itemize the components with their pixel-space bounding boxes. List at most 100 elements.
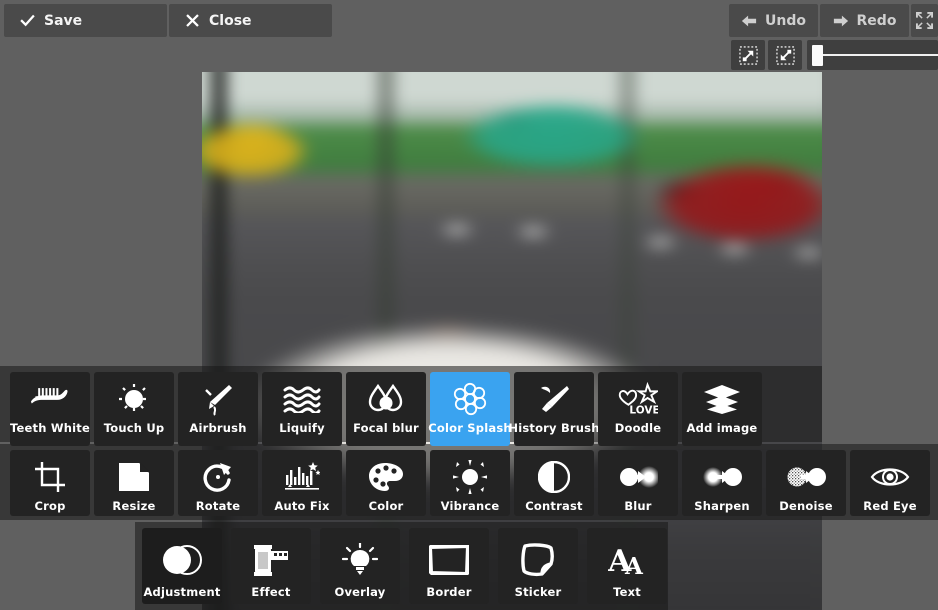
tool-label: Adjustment [143,585,221,599]
waves-icon [262,378,342,420]
tool-text[interactable]: A A Text [587,528,667,604]
tool-color[interactable]: Color [346,450,426,516]
doodle-icon: LOVE [598,378,678,420]
tool-label: Sharpen [694,499,750,513]
tool-vibrance[interactable]: Vibrance [430,450,510,516]
palette-icon [346,456,426,498]
tool-add-image[interactable]: Add image [682,372,762,446]
tool-label: Denoise [779,499,833,513]
tool-label: Text [613,585,641,599]
toothbrush-icon [10,378,90,420]
sticker-icon [498,536,578,584]
tool-label: Effect [251,585,291,599]
close-button[interactable]: Close [169,4,332,37]
tool-overlay[interactable]: Overlay [320,528,400,604]
tool-teeth-white[interactable]: Teeth White [10,372,90,446]
tool-label: Contrast [525,499,583,513]
tool-label: Color [368,499,404,513]
tool-label: Rotate [195,499,241,513]
tool-auto-fix[interactable]: Auto Fix [262,450,342,516]
droplets-icon [346,378,426,420]
paintbrush-icon [514,378,594,420]
tool-history-brush[interactable]: History Brush [508,372,599,446]
sun-icon [430,456,510,498]
tool-touch-up[interactable]: Touch Up [94,372,174,446]
tool-airbrush[interactable]: Airbrush [178,372,258,446]
undo-label: Undo [765,12,806,29]
rotate-icon [178,456,258,498]
tool-label: Teeth White [10,421,90,435]
autofix-icon [262,456,342,498]
shrink-in-icon [775,45,795,65]
eye-icon [850,456,930,498]
tool-label: Blur [624,499,652,513]
tool-contrast[interactable]: Contrast [514,450,594,516]
zoom-out-button[interactable] [768,40,802,70]
tool-border[interactable]: Border [409,528,489,604]
tool-label: Auto Fix [274,499,330,513]
undo-button[interactable]: Undo [729,4,818,37]
redo-label: Redo [856,12,897,29]
bulb-icon [320,536,400,584]
close-label: Close [209,12,252,29]
sharpen-icon [682,456,762,498]
arrow-right-icon [833,14,849,28]
tool-red-eye[interactable]: Red Eye [850,450,930,516]
fullscreen-button[interactable] [911,4,938,37]
zoom-slider[interactable] [807,40,938,70]
svg-text:A: A [624,553,644,577]
tool-label: Red Eye [863,499,917,513]
tool-label: Resize [112,499,156,513]
check-icon [20,13,35,28]
tool-focal-blur[interactable]: Focal blur [346,372,426,446]
blur-icon [598,456,678,498]
tool-sticker[interactable]: Sticker [498,528,578,604]
fullscreen-icon [916,12,933,29]
tool-label: Overlay [334,585,386,599]
tool-label: Doodle [614,421,662,435]
tool-label: Focal blur [353,421,419,435]
text-icon: A A [587,536,667,584]
tool-color-splash[interactable]: Color Splash [428,372,512,446]
save-button[interactable]: Save [4,4,167,37]
flower-icon [430,378,510,420]
tool-sharpen[interactable]: Sharpen [682,450,762,516]
tool-doodle[interactable]: LOVE Doodle [598,372,678,446]
zoom-slider-thumb[interactable] [812,45,823,66]
film-icon [231,536,311,584]
tool-label: Border [426,585,472,599]
redo-button[interactable]: Redo [820,4,909,37]
tool-label: Add image [686,421,758,435]
airbrush-icon [178,378,258,420]
x-icon [185,13,200,28]
expand-out-icon [738,45,758,65]
tool-crop[interactable]: Crop [10,450,90,516]
tool-label: Crop [34,499,66,513]
arrow-left-icon [741,14,757,28]
tool-label: Liquify [279,421,325,435]
tool-label: Sticker [514,585,562,599]
svg-text:LOVE: LOVE [629,404,658,416]
denoise-icon [766,456,846,498]
tool-label: Touch Up [103,421,165,435]
tool-label: History Brush [508,421,600,435]
crop-icon [10,456,90,498]
tool-adjustment[interactable]: Adjustment [142,528,222,604]
contrast-icon [514,456,594,498]
tool-denoise[interactable]: Denoise [766,450,846,516]
tool-liquify[interactable]: Liquify [262,372,342,446]
tool-blur[interactable]: Blur [598,450,678,516]
tool-effect[interactable]: Effect [231,528,311,604]
frame-icon [409,536,489,584]
zoom-in-button[interactable] [731,40,765,70]
tool-resize[interactable]: Resize [94,450,174,516]
photo-editor-window: Save Close Undo Redo Teeth White Touch U… [0,0,938,610]
save-label: Save [44,12,83,29]
touchup-icon [94,378,174,420]
zoom-slider-track [813,54,938,56]
tool-label: Color Splash [428,421,512,435]
adjustment-icon [142,536,222,584]
tool-rotate[interactable]: Rotate [178,450,258,516]
layers-icon [682,378,762,420]
tool-label: Vibrance [440,499,500,513]
